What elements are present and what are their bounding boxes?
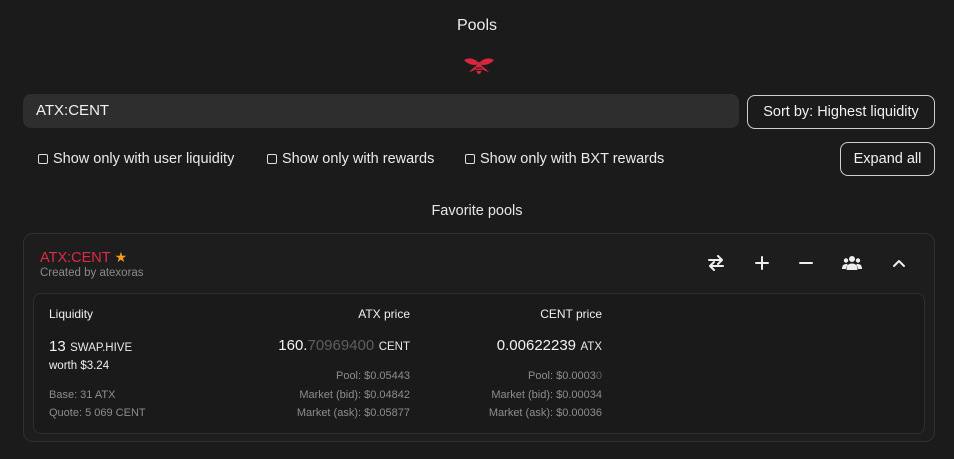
atx-price-value: 160. (278, 337, 308, 354)
checkbox-icon[interactable] (267, 154, 277, 164)
cent-pool-price-dim: 0 (595, 370, 602, 382)
atx-price-header: ATX price (358, 307, 410, 321)
pool-name: ATX:CENT (40, 249, 111, 266)
pool-creator: Created by atexoras (40, 267, 144, 279)
filter-label: Show only with BXT rewards (480, 151, 665, 167)
atx-pool-price: Pool: $0.05443 (335, 370, 410, 382)
liquidity-amount-row: 13 SWAP.HIVE (49, 338, 132, 356)
liquidity-unit: SWAP.HIVE (70, 342, 133, 354)
page-title: Pools (456, 17, 498, 34)
checkbox-icon[interactable] (38, 154, 48, 164)
remove-icon[interactable] (796, 253, 816, 273)
filter-label: Show only with user liquidity (53, 151, 235, 167)
search-input[interactable]: ATX:CENT (23, 94, 739, 128)
atx-price-unit: CENT (378, 341, 410, 353)
pool-name-link[interactable]: ATX:CENT ★ (40, 249, 127, 266)
liquidity-base: Base: 31 ATX (49, 389, 116, 401)
collapse-icon[interactable] (889, 253, 909, 273)
add-icon[interactable] (752, 253, 772, 273)
atx-market-ask: Market (ask): $0.05877 (296, 407, 410, 419)
checkbox-icon[interactable] (465, 154, 475, 164)
swap-icon[interactable] (706, 253, 726, 273)
filter-label: Show only with rewards (282, 151, 435, 167)
cent-price-value: 0.00622239 (496, 337, 577, 354)
cent-market-ask: Market (ask): $0.00036 (488, 407, 602, 419)
cent-price-header: CENT price (540, 307, 602, 321)
cent-pool-price: Pool: $0.00030 (528, 370, 602, 382)
favorite-pools-heading: Favorite pools (431, 203, 523, 219)
filter-user-liquidity[interactable]: Show only with user liquidity (38, 151, 234, 167)
cent-price-unit: ATX (580, 341, 602, 353)
atx-price-row: 160.70969400 CENT (278, 337, 410, 355)
cent-pool-price-main: Pool: $0.0003 (527, 370, 596, 382)
atx-market-bid: Market (bid): $0.04842 (299, 389, 410, 401)
liquidity-quote: Quote: 5 069 CENT (49, 407, 146, 419)
liquidity-amount: 13 (49, 338, 66, 355)
liquidity-header: Liquidity (49, 307, 94, 321)
bee-logo-icon (464, 58, 494, 74)
users-icon[interactable] (842, 253, 862, 273)
cent-price-row: 0.00622239 ATX (497, 337, 602, 355)
atx-price-value-dim: 70969400 (307, 337, 375, 354)
liquidity-worth: worth $3.24 (49, 360, 110, 372)
star-icon[interactable]: ★ (115, 249, 128, 266)
pool-details: Liquidity 13 SWAP.HIVE worth $3.24 Base:… (33, 293, 925, 434)
sort-button[interactable]: Sort by: Highest liquidity (747, 95, 935, 129)
filter-rewards[interactable]: Show only with rewards (267, 151, 434, 167)
filter-bxt-rewards[interactable]: Show only with BXT rewards (465, 151, 664, 167)
pool-card: ATX:CENT ★ Created by atexoras Liquidity… (23, 233, 935, 442)
cent-market-bid: Market (bid): $0.00034 (491, 389, 602, 401)
expand-all-button[interactable]: Expand all (840, 142, 935, 176)
